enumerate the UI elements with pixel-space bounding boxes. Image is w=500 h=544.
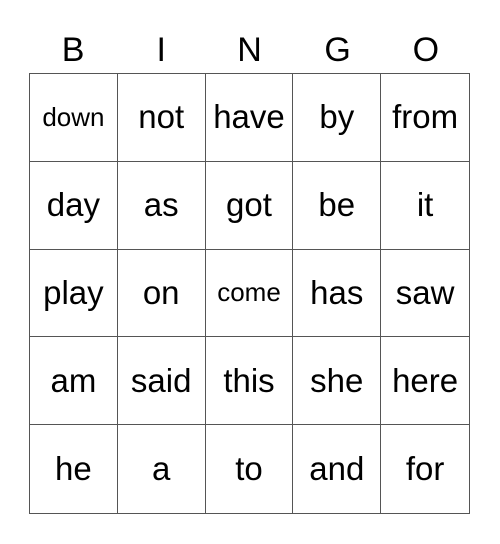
bingo-cell[interactable]: am: [30, 337, 118, 426]
bingo-cell[interactable]: it: [381, 162, 469, 250]
bingo-cell[interactable]: play: [30, 249, 118, 338]
bingo-cell[interactable]: he: [30, 425, 118, 513]
bingo-cell[interactable]: said: [117, 337, 206, 426]
bingo-cell[interactable]: come: [205, 249, 294, 338]
header-letter-o: O: [412, 31, 440, 69]
bingo-cell[interactable]: for: [381, 425, 469, 513]
bingo-cell[interactable]: down: [30, 74, 118, 162]
bingo-header: B I N G O: [29, 28, 470, 72]
bingo-cell[interactable]: have: [205, 74, 294, 162]
header-letter-b: B: [61, 31, 85, 69]
bingo-cell[interactable]: has: [293, 249, 382, 338]
header-letter-n: N: [237, 31, 262, 69]
bingo-cell[interactable]: this: [205, 337, 294, 426]
bingo-card-grid: down not have by from day as got be it p…: [29, 73, 470, 514]
bingo-cell[interactable]: be: [293, 161, 382, 250]
bingo-cell[interactable]: here: [381, 337, 469, 426]
bingo-cell[interactable]: on: [117, 249, 206, 338]
bingo-cell[interactable]: as: [117, 161, 206, 250]
header-letter-i: I: [156, 31, 166, 69]
bingo-cell[interactable]: she: [293, 337, 382, 426]
bingo-cell[interactable]: day: [30, 161, 118, 250]
bingo-cell[interactable]: by: [293, 74, 382, 162]
header-letter-g: G: [324, 31, 351, 69]
bingo-cell[interactable]: a: [118, 425, 206, 513]
bingo-cell[interactable]: got: [205, 161, 294, 250]
bingo-cell[interactable]: saw: [381, 250, 469, 338]
bingo-cell[interactable]: from: [381, 74, 469, 162]
bingo-cell[interactable]: to: [206, 425, 294, 513]
bingo-cell[interactable]: not: [117, 74, 206, 162]
bingo-cell[interactable]: and: [293, 425, 382, 513]
